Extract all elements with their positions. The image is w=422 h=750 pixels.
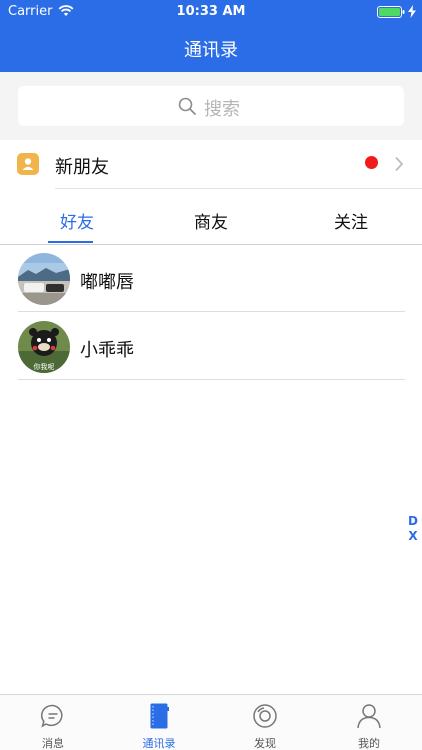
contact-row[interactable]: 你我呢 小乖乖 <box>0 313 422 380</box>
profile-icon <box>357 704 381 729</box>
avatar-caption: 你我呢 <box>34 362 55 371</box>
status-time: 10:33 AM <box>176 4 246 19</box>
search-input[interactable]: 搜索 <box>18 86 404 126</box>
compass-icon <box>253 704 277 728</box>
divider <box>18 379 405 380</box>
tab-following[interactable]: 关注 <box>281 208 421 233</box>
tabbar-item-contacts[interactable]: 通讯录 <box>106 695 212 750</box>
search-placeholder: 搜索 <box>204 99 240 120</box>
contact-name: 嘟嘟唇 <box>80 272 134 293</box>
new-friends-label: 新朋友 <box>55 157 109 178</box>
tabbar-item-messages[interactable]: 消息 <box>0 695 106 750</box>
tab-friends[interactable]: 好友 <box>7 208 147 233</box>
page-title: 通讯录 <box>184 40 238 61</box>
chevron-right-icon <box>395 156 404 172</box>
side-badge-letter: D <box>408 514 418 528</box>
tabbar-label: 消息 <box>42 737 64 750</box>
search-area: 搜索 <box>0 72 422 140</box>
battery-icon <box>377 6 405 18</box>
tab-business-friends[interactable]: 商友 <box>141 208 281 233</box>
contact-card-icon <box>17 153 39 175</box>
active-tab-indicator <box>48 241 93 243</box>
notification-dot <box>365 156 378 169</box>
side-badge[interactable]: D X <box>408 514 418 544</box>
charging-icon <box>408 5 416 18</box>
contact-name: 小乖乖 <box>80 340 134 361</box>
divider <box>18 311 405 312</box>
tabbar-label: 发现 <box>254 737 276 750</box>
tab-bar: 消息 通讯录 发现 我的 <box>0 694 422 750</box>
side-badge-letter: X <box>408 529 418 543</box>
tabbar-label: 通讯录 <box>142 737 176 750</box>
tabbar-label: 我的 <box>358 737 380 750</box>
tabbar-item-discover[interactable]: 发现 <box>212 695 318 750</box>
new-friends-row[interactable]: 新朋友 <box>0 140 422 188</box>
search-icon <box>178 97 196 115</box>
message-bubble-icon <box>40 704 63 728</box>
address-book-icon <box>150 703 169 729</box>
avatar: 你我呢 <box>18 321 70 373</box>
tabbar-item-profile[interactable]: 我的 <box>316 695 422 750</box>
status-bar: Carrier 10:33 AM <box>0 0 422 24</box>
avatar <box>18 253 70 305</box>
contact-tabs: 好友 商友 关注 <box>0 189 422 244</box>
contact-row[interactable]: 嘟嘟唇 <box>0 245 422 312</box>
